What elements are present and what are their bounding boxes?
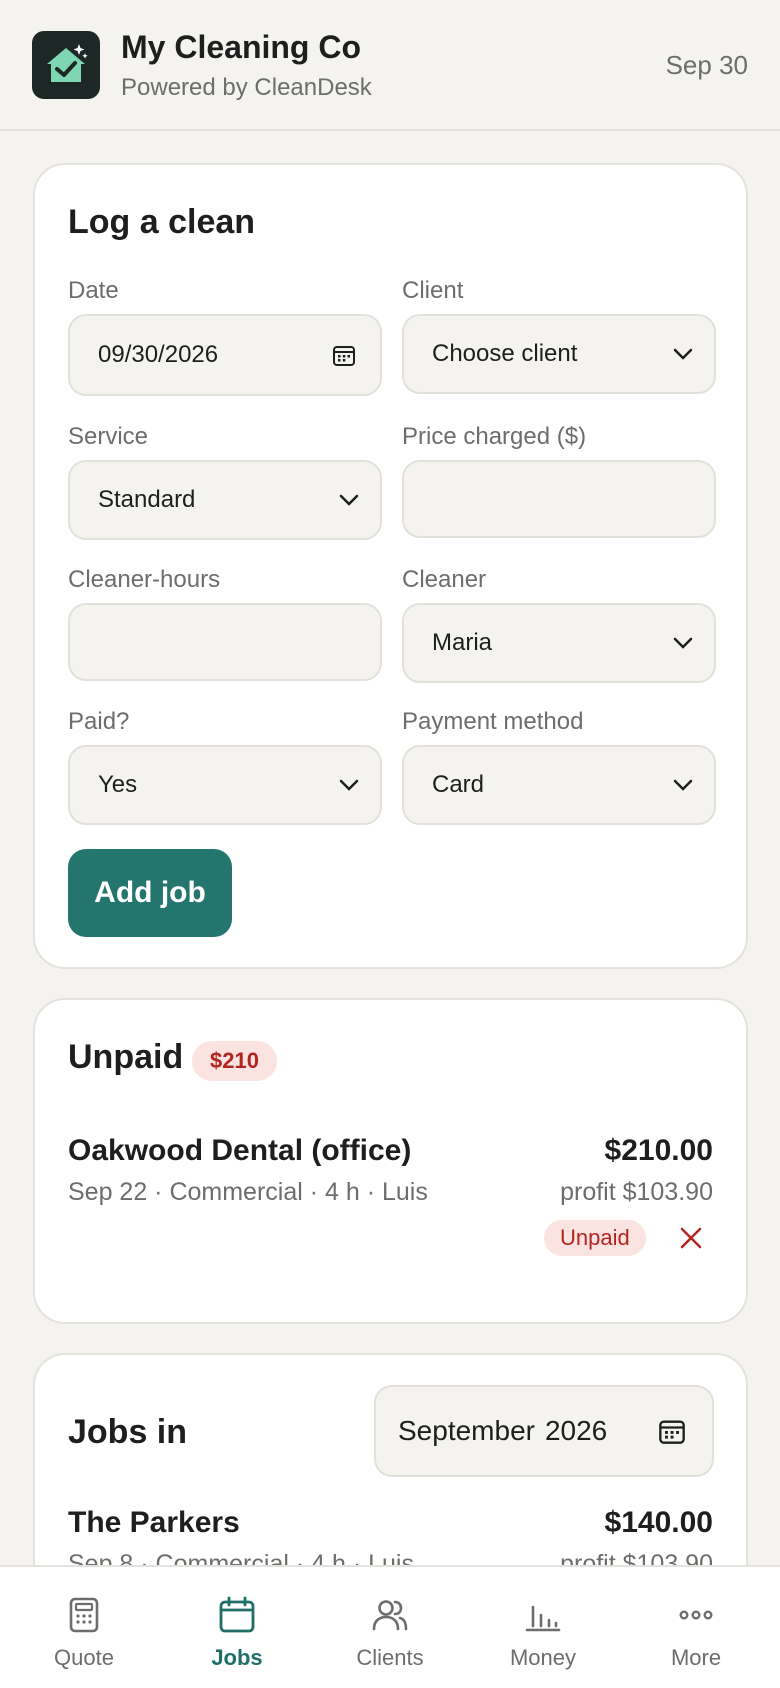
job-name: Oakwood Dental (office) <box>68 1134 412 1167</box>
chevron-down-icon <box>673 348 693 360</box>
chevron-down-icon <box>673 779 693 791</box>
service-label: Service <box>68 423 149 450</box>
client-select[interactable]: Choose client <box>402 314 716 394</box>
jobs-in-title: Jobs in <box>68 1413 188 1451</box>
job-name: The Parkers <box>68 1506 240 1539</box>
nav-quote[interactable]: Quote <box>6 1567 162 1688</box>
job-price: $210.00 <box>604 1134 713 1167</box>
cleaner-select[interactable]: Maria <box>402 603 716 683</box>
bottom-nav: Quote Jobs Clients Money More <box>0 1565 780 1688</box>
job-profit: profit $103.90 <box>560 1178 713 1206</box>
app-header: My Cleaning Co Powered by CleanDesk Sep … <box>0 0 780 131</box>
bar-chart-icon <box>525 1605 561 1632</box>
hours-input[interactable] <box>68 603 382 681</box>
house-check-icon <box>32 31 100 99</box>
nav-label: Clients <box>356 1645 424 1670</box>
header-date: Sep 30 <box>665 50 748 80</box>
calendar-icon[interactable] <box>658 1417 686 1445</box>
card-title: Log a clean <box>68 203 256 241</box>
unpaid-total-badge: $210 <box>192 1041 277 1081</box>
chevron-down-icon <box>339 779 359 791</box>
nav-money[interactable]: Money <box>465 1567 621 1688</box>
client-label: Client <box>402 277 464 304</box>
users-icon <box>372 1600 408 1631</box>
delete-job-button[interactable] <box>675 1222 707 1254</box>
paid-label: Paid? <box>68 708 130 735</box>
app-title: My Cleaning Co <box>121 29 362 65</box>
year-value: 2026 <box>544 1415 608 1446</box>
calendar-icon <box>219 1596 255 1633</box>
job-meta: Sep 22 · Commercial · 4 h · Luis <box>68 1178 428 1206</box>
service-select[interactable]: Standard <box>68 460 382 540</box>
cleaner-label: Cleaner <box>402 566 487 593</box>
hours-label: Cleaner-hours <box>68 566 221 593</box>
job-price: $140.00 <box>604 1506 713 1539</box>
month-value: September <box>398 1415 535 1446</box>
nav-label: Money <box>509 1645 577 1670</box>
status-badge[interactable]: Unpaid <box>544 1220 646 1256</box>
method-label: Payment method <box>402 708 584 735</box>
payment-method-select[interactable]: Card <box>402 745 716 825</box>
app-subtitle: Powered by CleanDesk <box>121 74 372 101</box>
more-dots-icon <box>679 1610 713 1620</box>
nav-label: Quote <box>54 1645 114 1670</box>
price-label: Price charged ($) <box>402 423 587 450</box>
calculator-icon <box>69 1597 99 1633</box>
close-icon <box>680 1227 702 1249</box>
month-picker[interactable]: September 2026 <box>374 1385 714 1477</box>
unpaid-title: Unpaid <box>68 1038 184 1076</box>
add-job-button[interactable]: Add job <box>68 849 232 937</box>
nav-clients[interactable]: Clients <box>312 1567 468 1688</box>
date-field[interactable]: 09/30/2026 <box>68 314 382 396</box>
unpaid-card: Unpaid $210 Oakwood Dental (office) Sep … <box>33 998 748 1324</box>
nav-jobs[interactable]: Jobs <box>159 1567 315 1688</box>
price-input[interactable] <box>402 460 716 538</box>
paid-select[interactable]: Yes <box>68 745 382 825</box>
nav-more[interactable]: More <box>618 1567 774 1688</box>
calendar-icon[interactable] <box>332 343 356 367</box>
log-clean-card: Log a clean Date 09/30/2026 Client Choos… <box>33 163 748 969</box>
nav-label: More <box>670 1645 722 1670</box>
chevron-down-icon <box>339 494 359 506</box>
nav-label: Jobs <box>211 1645 263 1670</box>
chevron-down-icon <box>673 637 693 649</box>
date-label: Date <box>68 277 119 304</box>
